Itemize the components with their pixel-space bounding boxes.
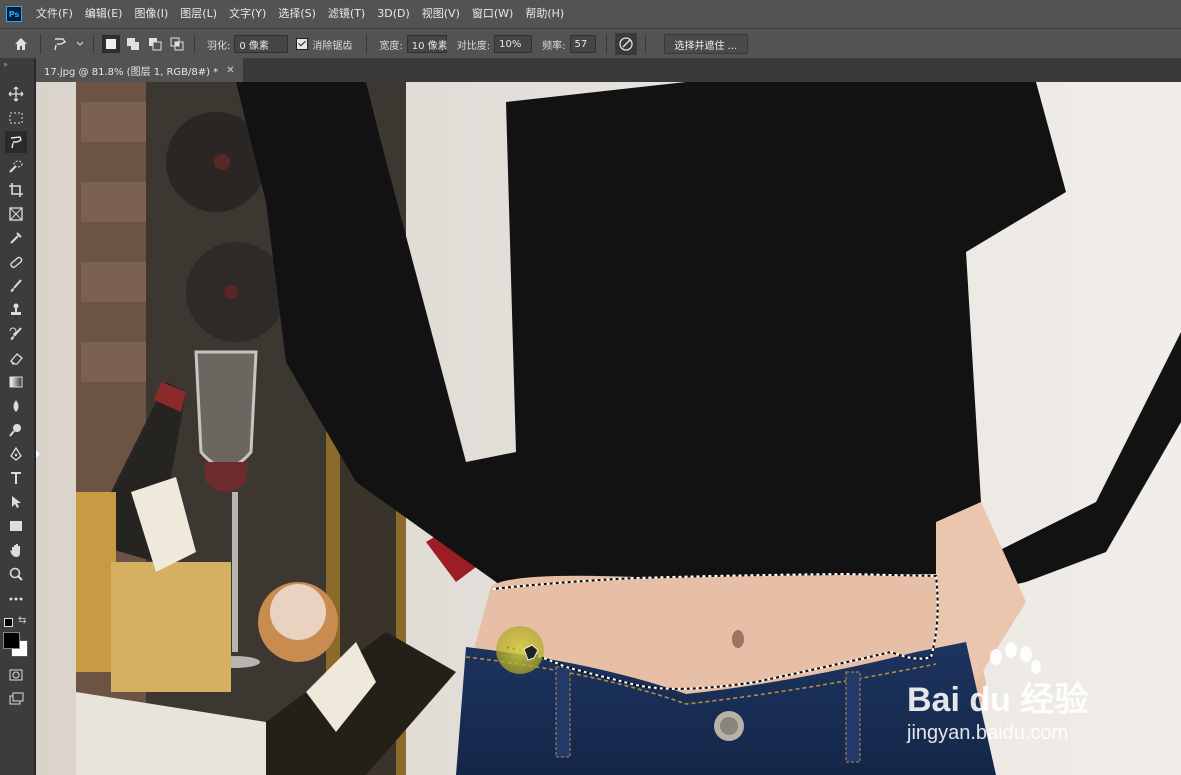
contrast-input[interactable]: 10% <box>494 35 533 53</box>
quick-mask-icon[interactable] <box>5 664 27 686</box>
width-label: 宽度: <box>379 40 403 52</box>
brush-tool-icon[interactable] <box>5 275 27 297</box>
marquee-tool-icon[interactable] <box>5 107 27 129</box>
hand-tool-icon[interactable] <box>5 539 27 561</box>
feather-input[interactable]: 0 像素 <box>234 35 289 53</box>
quick-selection-tool-icon[interactable] <box>5 155 27 177</box>
menu-select[interactable]: 选择(S) <box>272 0 322 28</box>
magnetic-lasso-preset-icon[interactable] <box>49 33 71 55</box>
chevron-down-icon[interactable] <box>75 33 85 55</box>
menu-edit[interactable]: 编辑(E) <box>79 0 129 28</box>
separator <box>605 34 607 54</box>
new-selection-icon[interactable] <box>102 35 120 53</box>
eyedropper-tool-icon[interactable] <box>5 227 27 249</box>
separator <box>194 34 195 54</box>
menu-window[interactable]: 窗口(W) <box>466 0 519 28</box>
baidu-watermark-url: jingyan.baidu.com <box>907 722 1069 744</box>
add-to-selection-icon[interactable] <box>125 36 141 52</box>
type-tool-icon[interactable] <box>5 467 27 489</box>
swap-colors-icon[interactable]: ⇆ <box>18 615 26 626</box>
dodge-tool-icon[interactable] <box>5 419 27 441</box>
history-brush-tool-icon[interactable] <box>5 323 27 345</box>
antialias-checkbox[interactable] <box>296 38 309 50</box>
rectangle-tool-icon[interactable] <box>5 515 27 537</box>
zoom-tool-icon[interactable] <box>5 563 27 585</box>
healing-brush-tool-icon[interactable] <box>5 251 27 273</box>
intersect-selection-icon[interactable] <box>169 36 185 52</box>
menu-type[interactable]: 文字(Y) <box>223 0 272 28</box>
path-selection-tool-icon[interactable] <box>5 491 27 513</box>
menu-view[interactable]: 视图(V) <box>416 0 466 28</box>
photoshop-logo-icon: Ps <box>6 6 22 22</box>
foreground-color-swatch[interactable] <box>3 632 20 649</box>
menu-filter[interactable]: 滤镜(T) <box>322 0 371 28</box>
separator <box>40 34 41 54</box>
separator <box>93 34 94 54</box>
default-colors-icon[interactable] <box>4 618 13 627</box>
clone-stamp-tool-icon[interactable] <box>5 299 27 321</box>
options-bar: 羽化: 0 像素 消除锯齿 宽度: 10 像素 对比度: 10% 频率: 57 … <box>0 28 1181 59</box>
separator <box>644 34 646 54</box>
crop-tool-icon[interactable] <box>5 179 27 201</box>
feather-label: 羽化: <box>207 40 231 52</box>
document-tab-title: 17.jpg @ 81.8% (图层 1, RGB/8#) * <box>44 66 219 78</box>
menu-3d[interactable]: 3D(D) <box>371 0 416 28</box>
menu-layer[interactable]: 图层(L) <box>174 0 223 28</box>
move-tool-icon[interactable] <box>5 83 27 105</box>
antialias-label: 消除锯齿 <box>312 40 353 52</box>
tools-panel: » ⇆ <box>0 58 35 775</box>
document-tab-bar: 17.jpg @ 81.8% (图层 1, RGB/8#) * ✕ <box>36 58 1181 82</box>
pen-pressure-icon[interactable] <box>614 33 637 55</box>
home-icon[interactable] <box>10 33 32 55</box>
menu-file[interactable]: 文件(F) <box>30 0 79 28</box>
blur-tool-icon[interactable] <box>5 395 27 417</box>
subtract-from-selection-icon[interactable] <box>147 36 163 52</box>
menu-bar: Ps 文件(F) 编辑(E) 图像(I) 图层(L) 文字(Y) 选择(S) 滤… <box>0 0 1181 28</box>
width-input[interactable]: 10 像素 <box>406 35 448 53</box>
frequency-input[interactable]: 57 <box>569 35 596 53</box>
pen-tool-icon[interactable] <box>5 443 27 465</box>
more-tools-icon[interactable] <box>5 588 27 610</box>
frame-tool-icon[interactable] <box>5 203 27 225</box>
close-icon[interactable]: ✕ <box>226 65 234 76</box>
contrast-label: 对比度: <box>456 40 491 52</box>
gradient-tool-icon[interactable] <box>5 371 27 393</box>
separator <box>366 34 368 54</box>
baidu-watermark-brand: Bai du 经验 <box>907 681 1089 719</box>
menu-help[interactable]: 帮助(H) <box>519 0 570 28</box>
magnetic-lasso-tool-icon[interactable] <box>5 131 27 153</box>
eraser-tool-icon[interactable] <box>5 347 27 369</box>
collapse-icon[interactable]: » <box>3 60 8 69</box>
menu-image[interactable]: 图像(I) <box>128 0 174 28</box>
select-and-mask-button[interactable]: 选择并遮住 ... <box>663 34 749 54</box>
screen-mode-icon[interactable] <box>5 688 27 710</box>
frequency-label: 频率: <box>542 40 566 52</box>
document-tab[interactable]: 17.jpg @ 81.8% (图层 1, RGB/8#) * ✕ <box>36 58 243 82</box>
